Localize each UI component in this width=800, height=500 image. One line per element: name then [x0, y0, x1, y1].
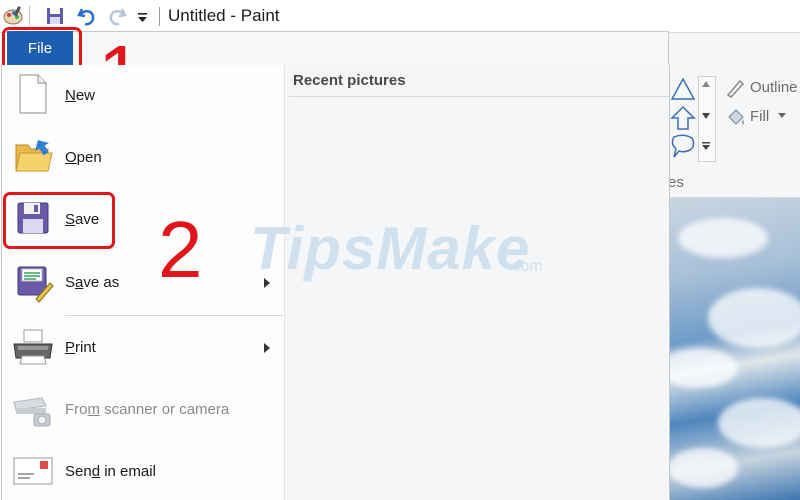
expand-gallery-icon[interactable]	[701, 141, 711, 151]
menu-item-label: Open	[65, 149, 102, 166]
annotation-step-2: 2	[158, 205, 203, 294]
menu-item-label: New	[65, 87, 96, 104]
menu-item-label: Print	[65, 339, 96, 356]
ribbon-shapes-group: Outline Fill es	[668, 33, 800, 198]
menu-item-print[interactable]: Print	[2, 318, 284, 374]
callout-shape-icon[interactable]	[670, 133, 696, 159]
window-title: Untitled - Paint	[168, 6, 280, 25]
save-quick-icon[interactable]	[44, 5, 66, 27]
fill-dropdown-icon[interactable]	[778, 113, 786, 119]
triangle-shape-icon[interactable]	[670, 77, 696, 101]
file-menu-header-strip	[73, 31, 669, 66]
outline-pen-icon[interactable]	[724, 77, 746, 99]
undo-icon[interactable]	[76, 5, 98, 27]
paint-app-icon[interactable]	[2, 5, 24, 27]
shapes-group-label: es	[668, 174, 684, 191]
file-menu-commands: New Open Save Save as Print From scanner…	[2, 65, 285, 500]
save-as-icon	[17, 266, 54, 303]
menu-item-from-scanner: From scanner or camera	[2, 380, 284, 436]
email-envelope-icon	[13, 457, 53, 485]
annotation-box-save	[3, 192, 115, 249]
watermark-suffix: .com	[508, 258, 543, 275]
outline-label[interactable]: Outline	[750, 79, 798, 96]
scroll-up-icon[interactable]	[702, 81, 710, 87]
menu-item-open[interactable]: Open	[2, 129, 284, 185]
menu-item-save-as[interactable]: Save as	[2, 253, 284, 309]
customize-qat-icon[interactable]	[133, 5, 155, 27]
watermark: TipsMake	[250, 215, 531, 282]
submenu-arrow-icon	[264, 343, 270, 353]
printer-icon	[13, 329, 53, 365]
new-document-icon	[19, 74, 47, 114]
canvas-image[interactable]	[668, 198, 800, 500]
menu-item-label: From scanner or camera	[65, 401, 230, 418]
menu-separator	[65, 315, 283, 316]
redo-icon[interactable]	[106, 5, 128, 27]
arrow-up-shape-icon[interactable]	[670, 105, 696, 131]
fill-bucket-icon[interactable]	[724, 105, 748, 129]
menu-item-new[interactable]: New	[2, 67, 284, 123]
scroll-down-icon[interactable]	[702, 113, 710, 119]
menu-item-send-email[interactable]: Send in email	[2, 442, 284, 498]
menu-item-label: Send in email	[65, 463, 156, 480]
recent-pictures-title: Recent pictures	[293, 72, 406, 89]
recent-divider	[289, 96, 669, 97]
menu-item-label: Save as	[65, 274, 120, 291]
scanner-camera-icon	[13, 397, 51, 427]
open-folder-icon	[15, 140, 53, 172]
fill-label[interactable]: Fill	[750, 108, 769, 125]
